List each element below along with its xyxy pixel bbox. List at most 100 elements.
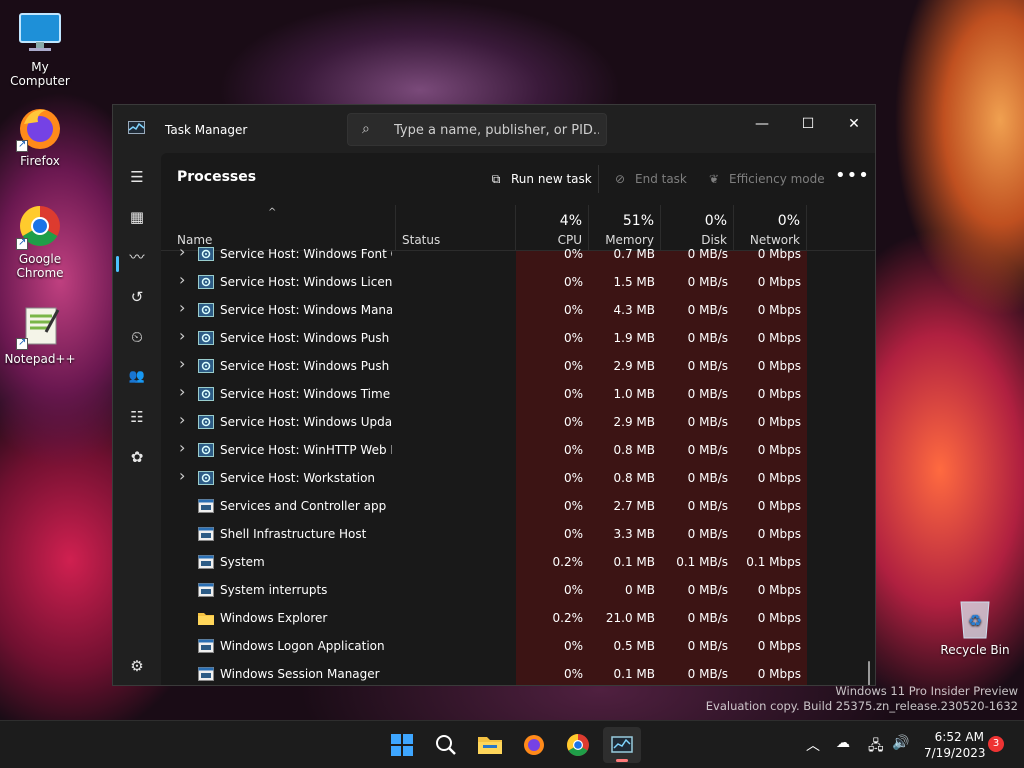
recycle-bin-label: Recycle Bin: [940, 643, 1010, 657]
file-explorer-button[interactable]: [471, 727, 509, 763]
task-manager-taskbar-button[interactable]: [603, 727, 641, 763]
minimize-button[interactable]: —: [739, 109, 785, 139]
process-memory: 4.3 MB: [613, 303, 655, 317]
service-gear-icon: [198, 443, 214, 457]
process-cpu: 0%: [563, 387, 583, 401]
process-disk: 0 MB/s: [687, 667, 728, 681]
folder-icon: [478, 737, 502, 754]
processes-icon[interactable]: ▦: [121, 201, 153, 233]
table-row[interactable]: Services and Controller app 0% 2.7 MB 0 MB/…: [161, 492, 875, 520]
chevron-right-icon[interactable]: ›: [179, 242, 189, 261]
settings-icon[interactable]: ⚙: [121, 650, 153, 682]
firefox-taskbar-button[interactable]: [515, 727, 553, 763]
desktop-icon-label: Google Chrome: [16, 252, 64, 280]
clock[interactable]: 6:52 AM 7/19/2023: [924, 729, 986, 761]
start-button[interactable]: [383, 727, 421, 763]
desktop-icon-my-computer[interactable]: My Computer: [0, 10, 80, 88]
table-row[interactable]: › Service Host: Windows Font C... 0% 0.7 MB…: [161, 240, 875, 268]
startup-apps-icon[interactable]: ⏲: [121, 321, 153, 353]
process-memory: 0 MB: [624, 583, 655, 597]
table-row[interactable]: System interrupts 0% 0 MB 0 MB/s 0 Mbps: [161, 576, 875, 604]
table-row[interactable]: › Service Host: Windows Update 0% 2.9 MB 0 M…: [161, 408, 875, 436]
process-memory: 0.1 MB: [613, 555, 655, 569]
performance-icon[interactable]: 〰: [121, 241, 153, 273]
efficiency-mode-button[interactable]: ❦ Efficiency mode: [705, 168, 825, 190]
process-name: Service Host: Windows Push ...: [220, 331, 392, 345]
chevron-right-icon[interactable]: ›: [179, 438, 189, 457]
process-name: System interrupts: [220, 583, 328, 597]
chrome-taskbar-button[interactable]: [559, 727, 597, 763]
process-memory: 3.3 MB: [613, 527, 655, 541]
process-cpu: 0.2%: [552, 611, 584, 625]
process-name: Services and Controller app: [220, 499, 387, 513]
details-icon[interactable]: ☷: [121, 401, 153, 433]
desktop-icon-notepadpp[interactable]: Notepad++: [0, 302, 80, 366]
more-options-button[interactable]: •••: [835, 165, 870, 186]
table-row[interactable]: › Service Host: Windows Manag... 0% 4.3 MB 0…: [161, 296, 875, 324]
window-title: Task Manager: [165, 123, 248, 137]
table-row[interactable]: Windows Explorer 0.2% 21.0 MB 0 MB/s 0 Mbps: [161, 604, 875, 632]
process-disk: 0 MB/s: [687, 415, 728, 429]
table-row[interactable]: Windows Logon Application 0% 0.5 MB 0 MB/s 0…: [161, 632, 875, 660]
run-new-task-button[interactable]: ⧉ Run new task: [487, 168, 592, 190]
chevron-right-icon[interactable]: ›: [179, 466, 189, 485]
chevron-right-icon[interactable]: ›: [179, 270, 189, 289]
chevron-right-icon[interactable]: ›: [179, 298, 189, 317]
chevron-up-icon[interactable]: ︿: [806, 735, 820, 755]
table-row[interactable]: › Service Host: WinHTTP Web P... 0% 0.8 MB 0…: [161, 436, 875, 464]
chrome-icon: [567, 734, 589, 756]
taskbar: ︿ ☁ 🖧 🔊 6:52 AM 7/19/2023: [0, 720, 1024, 768]
notepadpp-icon: [16, 302, 64, 350]
hamburger-icon[interactable]: ☰: [121, 161, 153, 193]
chevron-right-icon[interactable]: ›: [179, 354, 189, 373]
close-button[interactable]: ✕: [831, 109, 877, 139]
clock-time: 6:52 AM: [934, 730, 984, 744]
search-taskbar-button[interactable]: [427, 727, 465, 763]
chevron-right-icon[interactable]: ›: [179, 326, 189, 345]
services-icon[interactable]: ✿: [121, 441, 153, 473]
app-window-icon: [198, 555, 214, 569]
notification-badge[interactable]: 3: [988, 736, 1004, 752]
windows-watermark: Windows 11 Pro Insider Preview Evaluatio…: [706, 684, 1018, 714]
table-row[interactable]: › Service Host: Windows Push ... 0% 2.9 MB 0…: [161, 352, 875, 380]
service-gear-icon: [198, 331, 214, 345]
desktop-icon-recycle-bin[interactable]: ♻ Recycle Bin: [940, 596, 1010, 657]
process-cpu: 0%: [563, 247, 583, 261]
table-row[interactable]: Windows Session Manager 0% 0.1 MB 0 MB/s 0 M…: [161, 660, 875, 685]
process-name: Service Host: Windows Time: [220, 387, 391, 401]
users-icon[interactable]: 👥: [121, 361, 153, 393]
task-manager-icon: [611, 736, 633, 753]
shortcut-arrow-icon: [16, 138, 28, 152]
app-window-icon: [198, 499, 214, 513]
table-row[interactable]: Shell Infrastructure Host 0% 3.3 MB 0 MB/s 0…: [161, 520, 875, 548]
process-disk: 0 MB/s: [687, 275, 728, 289]
process-disk: 0 MB/s: [687, 499, 728, 513]
process-memory: 1.5 MB: [613, 275, 655, 289]
chevron-right-icon[interactable]: ›: [179, 410, 189, 429]
table-row[interactable]: › Service Host: Workstation 0% 0.8 MB 0 MB/s…: [161, 464, 875, 492]
chevron-right-icon[interactable]: ›: [179, 382, 189, 401]
search-box[interactable]: ⌕: [347, 113, 607, 146]
app-window-icon: [198, 639, 214, 653]
scrollbar-thumb[interactable]: [868, 661, 870, 685]
table-row[interactable]: › Service Host: Windows Licens... 0% 1.5 MB…: [161, 268, 875, 296]
search-input[interactable]: [394, 121, 599, 139]
process-cpu: 0.2%: [552, 555, 584, 569]
onedrive-icon[interactable]: ☁: [836, 735, 850, 751]
process-disk: 0 MB/s: [687, 639, 728, 653]
title-bar[interactable]: Task Manager ⌕ — ☐ ✕: [113, 105, 875, 153]
table-row[interactable]: › Service Host: Windows Time 0% 1.0 MB 0 MB/…: [161, 380, 875, 408]
volume-icon[interactable]: 🔊: [892, 735, 909, 751]
table-row[interactable]: › Service Host: Windows Push ... 0% 1.9 MB 0…: [161, 324, 875, 352]
process-name: Service Host: Windows Font C...: [220, 247, 392, 261]
maximize-button[interactable]: ☐: [785, 109, 831, 139]
table-row[interactable]: System 0.2% 0.1 MB 0.1 MB/s 0.1 Mbps: [161, 548, 875, 576]
desktop-icon-firefox[interactable]: Firefox: [0, 104, 80, 168]
process-name: Shell Infrastructure Host: [220, 527, 367, 541]
process-network: 0 Mbps: [757, 443, 801, 457]
desktop-icon-chrome[interactable]: Google Chrome: [0, 202, 80, 280]
app-history-icon[interactable]: ↺: [121, 281, 153, 313]
end-task-button[interactable]: ⊘ End task: [611, 168, 687, 190]
network-icon[interactable]: 🖧: [868, 735, 884, 759]
process-name: Windows Logon Application: [220, 639, 385, 653]
